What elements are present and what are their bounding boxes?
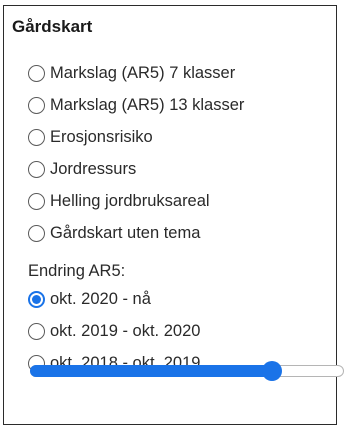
radio-markslag-7[interactable]: Markslag (AR5) 7 klasser: [28, 60, 235, 86]
radio-button[interactable]: [28, 224, 45, 242]
slider-thumb[interactable]: [262, 361, 282, 381]
radio-okt-2020-na[interactable]: okt. 2020 - nå: [28, 286, 151, 312]
radio-okt-2019-okt-2020[interactable]: okt. 2019 - okt. 2020: [28, 318, 200, 344]
radio-button[interactable]: [28, 64, 45, 82]
radio-label: Helling jordbruksareal: [50, 191, 210, 210]
period-slider[interactable]: [30, 361, 346, 381]
radio-button-selected[interactable]: [28, 290, 45, 308]
radio-button[interactable]: [28, 96, 45, 114]
radio-markslag-13[interactable]: Markslag (AR5) 13 klasser: [28, 92, 244, 118]
radio-jordressurs[interactable]: Jordressurs: [28, 156, 136, 182]
radio-label: Markslag (AR5) 13 klasser: [50, 95, 245, 114]
slider-fill: [30, 365, 272, 377]
panel-title: Gårdskart: [12, 17, 93, 36]
radio-gardskart-uten-tema[interactable]: Gårdskart uten tema: [28, 220, 200, 246]
radio-erosjonsrisiko[interactable]: Erosjonsrisiko: [28, 124, 153, 150]
radio-label: okt. 2020 - nå: [50, 289, 151, 308]
endring-ar5-label: Endring AR5:: [28, 262, 126, 280]
radio-button[interactable]: [28, 160, 45, 178]
radio-helling-jordbruksareal[interactable]: Helling jordbruksareal: [28, 188, 210, 214]
radio-label: Markslag (AR5) 7 klasser: [50, 63, 236, 82]
radio-label: okt. 2019 - okt. 2020: [50, 321, 201, 340]
radio-button[interactable]: [28, 128, 45, 146]
radio-button[interactable]: [28, 192, 45, 210]
radio-label: Erosjonsrisiko: [50, 127, 153, 146]
radio-label: Jordressurs: [50, 159, 137, 178]
radio-label: Gårdskart uten tema: [50, 223, 201, 242]
radio-button[interactable]: [28, 322, 45, 340]
